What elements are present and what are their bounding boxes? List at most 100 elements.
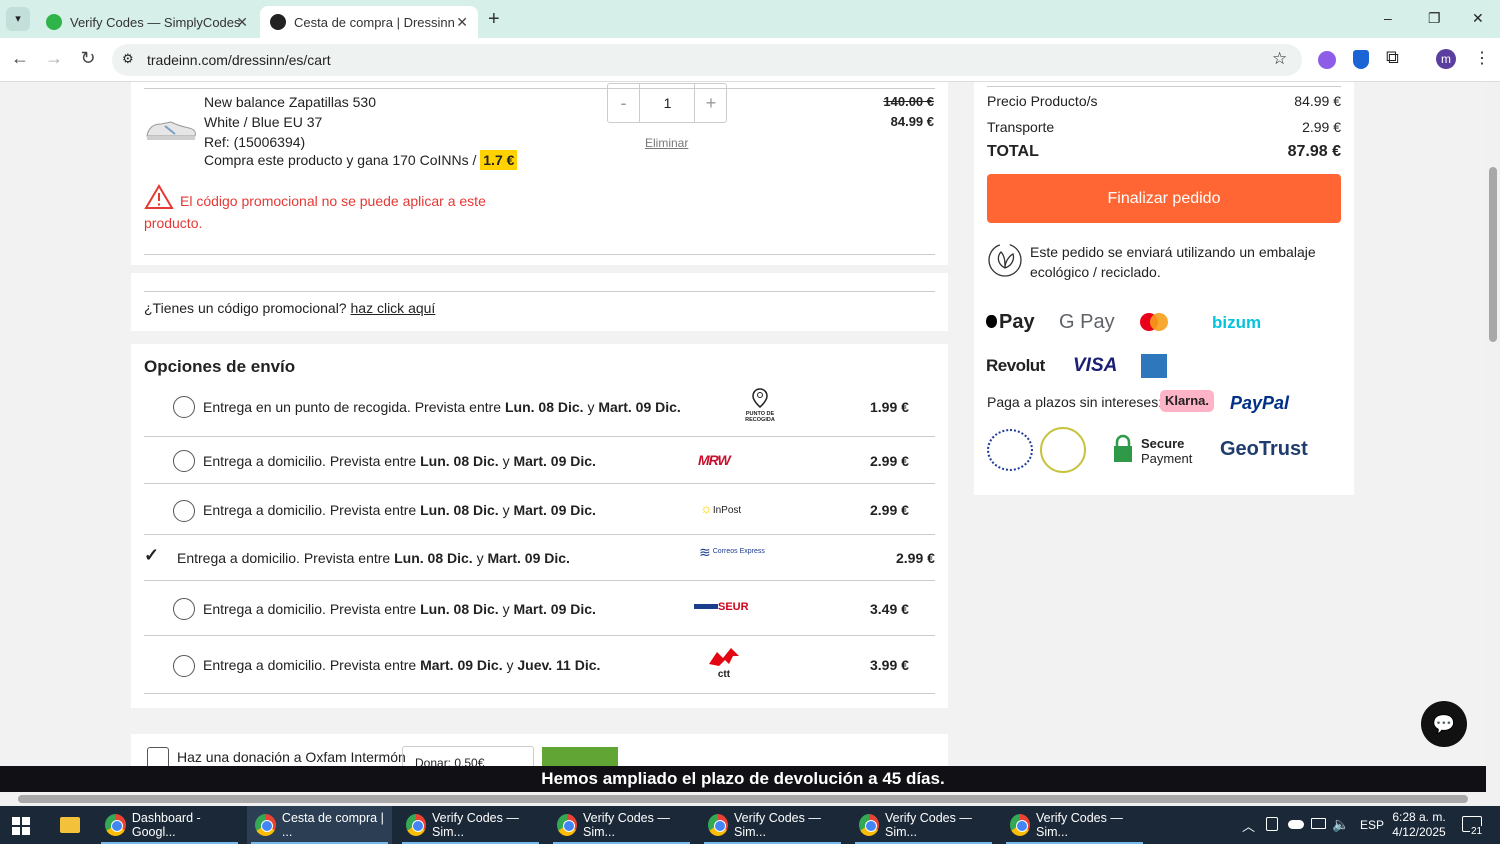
shipping-radio[interactable] (173, 500, 195, 522)
promo-question-text: ¿Tienes un código promocional? (144, 300, 351, 316)
product-name[interactable]: New balance Zapatillas 530 (204, 94, 376, 110)
checkout-button[interactable]: Finalizar pedido (987, 174, 1341, 223)
forward-icon[interactable]: → (42, 48, 66, 69)
shipping-radio[interactable] (173, 450, 195, 472)
maximize-button[interactable]: ❐ (1428, 10, 1441, 27)
clock-date: 4/12/2025 (1392, 825, 1446, 839)
donation-checkbox[interactable] (147, 747, 169, 766)
minimize-button[interactable]: – (1384, 10, 1392, 26)
carrier-name: ctt (717, 669, 731, 680)
close-window-button[interactable]: ✕ (1472, 10, 1484, 27)
donation-select[interactable]: Donar: 0.50€ (402, 746, 534, 766)
shipping-option[interactable]: Entrega a domicilio. Prevista entre Lun.… (144, 484, 935, 535)
decrease-quantity-button[interactable]: - (608, 84, 640, 122)
shipping-description: Entrega a domicilio. Prevista entre Lun.… (203, 502, 596, 518)
shipping-price: 1.99 € (870, 399, 909, 415)
windows-taskbar: Dashboard - Googl... Cesta de compra | .… (0, 806, 1500, 844)
eco-leaf-icon (987, 242, 1023, 283)
ctt-logo: ctt (706, 646, 742, 680)
promo-code-link[interactable]: haz click aquí (351, 300, 436, 316)
bizum-logo: bizum (1212, 313, 1262, 332)
taskbar-item-cesta[interactable]: Cesta de compra | ... (247, 806, 392, 844)
tab-cesta-compra[interactable]: Cesta de compra | Dressinn ✕ (260, 6, 478, 38)
language-indicator[interactable]: ESP (1360, 818, 1384, 832)
coins-badge: 1.7 € (480, 150, 518, 170)
taskbar-item-verify-5[interactable]: Verify Codes — Sim... (1002, 806, 1147, 844)
summary-total-value: 87.98 € (1287, 143, 1341, 160)
menu-icon[interactable]: ⋮ (1474, 48, 1490, 68)
tab-title: Verify Codes — SimplyCodes (70, 14, 241, 30)
extension-icon[interactable] (1318, 51, 1336, 69)
oxfam-logo (542, 747, 618, 766)
apple-pay-logo: Pay (986, 311, 1035, 334)
promo-error-message: El código promocional no se puede aplica… (144, 193, 486, 231)
product-image[interactable] (145, 116, 197, 142)
taskbar-item-dashboard[interactable]: Dashboard - Googl... (97, 806, 242, 844)
quantity-input[interactable]: 1 (641, 84, 694, 122)
shipping-radio[interactable] (173, 655, 195, 677)
tray-device-icon[interactable] (1266, 817, 1278, 831)
close-tab-icon[interactable]: ✕ (236, 14, 248, 31)
seur-logo: SEUR (694, 597, 749, 613)
vertical-scrollbar[interactable] (1486, 82, 1500, 792)
start-button[interactable] (12, 817, 30, 835)
summary-shipping-value: 2.99 € (1302, 119, 1341, 135)
shipping-option[interactable]: Entrega a domicilio. Prevista entre Lun.… (144, 437, 935, 484)
url-text: tradeinn.com/dressinn/es/cart (147, 52, 331, 68)
horizontal-scrollbar[interactable] (0, 792, 1500, 806)
browser-toolbar: ← → ↻ ⚙ tradeinn.com/dressinn/es/cart ☆ … (0, 38, 1500, 82)
puzzle-icon[interactable]: ⧉ (1386, 47, 1399, 68)
returns-banner: Hemos ampliado el plazo de devolución a … (0, 766, 1486, 792)
shipping-title: Opciones de envío (144, 357, 296, 376)
new-tab-button[interactable]: + (488, 8, 500, 31)
shipping-option[interactable]: Entrega a domicilio. Prevista entre Lun.… (144, 581, 935, 636)
amex-logo (1141, 354, 1167, 378)
shipping-option[interactable]: Entrega en un punto de recogida. Previst… (144, 382, 935, 437)
scrollbar-thumb[interactable] (1489, 167, 1497, 342)
reload-icon[interactable]: ↻ (76, 48, 100, 69)
taskbar-item-verify-2[interactable]: Verify Codes — Sim... (549, 806, 694, 844)
shipping-radio[interactable] (173, 396, 195, 418)
shipping-radio[interactable] (173, 598, 195, 620)
network-icon[interactable] (1311, 818, 1326, 829)
taskbar-item-verify-4[interactable]: Verify Codes — Sim... (851, 806, 996, 844)
shipping-option-selected[interactable]: ✓ Entrega a domicilio. Prevista entre Lu… (144, 535, 935, 581)
taskbar-item-verify-3[interactable]: Verify Codes — Sim... (700, 806, 845, 844)
order-summary-card: Precio Producto/s 84.99 € Transporte 2.9… (974, 82, 1354, 495)
carrier-name: Correos Express (712, 548, 765, 555)
taskbar-item-verify-1[interactable]: Verify Codes — Sim... (398, 806, 543, 844)
volume-icon[interactable]: 🔈 (1332, 816, 1349, 833)
page-content: New balance Zapatillas 530 White / Blue … (0, 82, 1486, 766)
inpost-logo: ☼InPost (700, 500, 742, 516)
bookmark-star-icon[interactable]: ☆ (1272, 49, 1287, 69)
back-icon[interactable]: ← (8, 48, 32, 69)
increase-quantity-button[interactable]: + (694, 84, 727, 122)
apple-icon (986, 315, 997, 328)
shipping-option[interactable]: Entrega a domicilio. Prevista entre Mart… (144, 636, 935, 694)
carrier-name: PUNTO DE RECOGIDA (745, 411, 775, 423)
eco-packaging-text: Este pedido se enviará utilizando un emb… (1030, 244, 1316, 280)
onedrive-icon[interactable] (1288, 820, 1304, 829)
tray-chevron-icon[interactable]: ︿ (1242, 816, 1255, 835)
coins-text: Compra este producto y gana 170 CoINNs / (204, 152, 481, 168)
scrollbar-thumb[interactable] (18, 795, 1468, 803)
old-price: 140.00 € (883, 94, 934, 109)
shipping-price: 2.99 € (870, 502, 909, 518)
shield-icon[interactable] (1353, 50, 1369, 69)
clock-time: 6:28 a. m. (1392, 810, 1446, 824)
chat-button[interactable]: 💬 (1421, 701, 1467, 747)
remove-link[interactable]: Eliminar (645, 136, 688, 150)
site-info-icon[interactable]: ⚙ (122, 51, 134, 67)
mastercard-logo (1138, 312, 1170, 332)
product-price: 84.99 € (890, 114, 934, 129)
shipping-price: 3.99 € (870, 657, 909, 673)
clock[interactable]: 6:28 a. m. 4/12/2025 (1388, 810, 1450, 840)
close-tab-icon[interactable]: ✕ (456, 14, 468, 31)
file-explorer-icon[interactable] (60, 817, 80, 833)
tab-search-icon[interactable]: ▾ (6, 7, 30, 31)
klarna-logo: Klarna. (1160, 390, 1214, 412)
avatar[interactable]: m (1436, 49, 1456, 69)
tab-verify-codes[interactable]: Verify Codes — SimplyCodes ✕ (36, 6, 258, 38)
coins-row: Compra este producto y gana 170 CoINNs /… (204, 150, 518, 170)
address-bar[interactable]: ⚙ tradeinn.com/dressinn/es/cart ☆ (112, 44, 1302, 76)
